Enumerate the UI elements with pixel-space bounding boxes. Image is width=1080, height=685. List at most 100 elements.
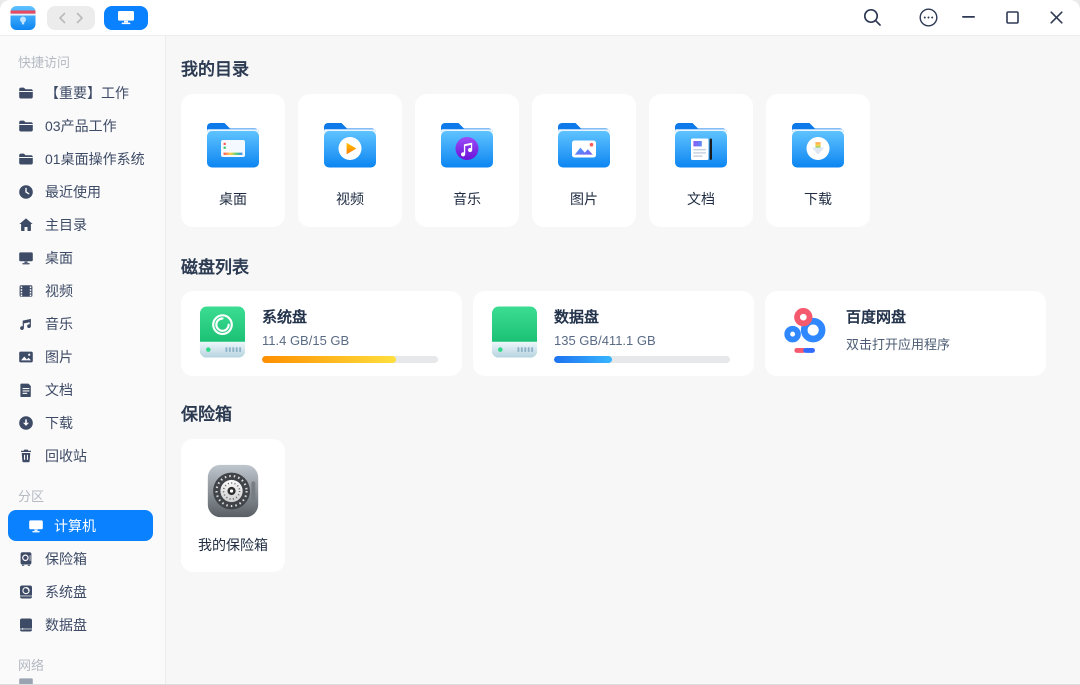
folder-card-music[interactable]: 音乐: [415, 94, 519, 227]
sidebar-item-desktop[interactable]: 桌面: [0, 241, 165, 274]
videos-folder-icon: [324, 123, 376, 168]
sidebar-group-network: 网络: [18, 658, 45, 673]
sidebar-item-trash[interactable]: 回收站: [0, 439, 165, 472]
downloads-folder-icon: [792, 123, 844, 168]
disk-progress-fill: [554, 356, 613, 363]
folder-icon: [19, 153, 33, 164]
close-button[interactable]: [1046, 7, 1066, 29]
vault-icon: [20, 551, 32, 566]
folder-card-desktop[interactable]: 桌面: [181, 94, 285, 227]
disk-progress-track: [554, 356, 730, 363]
sidebar-item-03-product-work[interactable]: 03产品工作: [0, 109, 165, 142]
sidebar-group-partitions: 分区: [18, 489, 45, 504]
folder-card-videos[interactable]: 视频: [298, 94, 402, 227]
close-icon: [1049, 11, 1063, 24]
disk-list: 系统盘 11.4 GB/15 GB 数据盘 135 GB/411.1 GB 百度…: [181, 291, 1080, 376]
sidebar-item-documents[interactable]: 文档: [0, 373, 165, 406]
sidebar-item-recent[interactable]: 最近使用: [0, 175, 165, 208]
folder-card-downloads[interactable]: 下载: [766, 94, 870, 227]
sidebar-item-label: 计算机: [54, 517, 96, 534]
disk-usage: 11.4 GB/15 GB: [262, 333, 350, 348]
network-device-icon: [19, 678, 33, 684]
documents-folder-icon: [675, 123, 727, 168]
system-drive-icon: [199, 306, 245, 358]
disk-card-system[interactable]: 系统盘 11.4 GB/15 GB: [181, 291, 462, 376]
maximize-button[interactable]: [1002, 7, 1022, 29]
pictures-folder-icon: [558, 123, 610, 168]
disk-usage: 135 GB/411.1 GB: [554, 333, 656, 348]
main-content: 我的目录 桌面 视频 音乐 图片 文档 下载 磁盘列表 系统盘 11.4 GB/…: [166, 36, 1080, 684]
back-icon[interactable]: [58, 12, 67, 24]
desktop-folder-icon: [207, 123, 259, 168]
search-icon: [863, 8, 881, 26]
computer-icon: [29, 519, 43, 532]
sidebar-item-label: 01桌面操作系统: [45, 150, 145, 167]
video-icon: [19, 284, 33, 297]
sidebar-item-data-disk[interactable]: 数据盘: [0, 608, 165, 641]
disk-card-data[interactable]: 数据盘 135 GB/411.1 GB: [473, 291, 754, 376]
clock-icon: [19, 184, 33, 199]
sidebar-item-label: 【重要】工作: [45, 84, 129, 101]
section-title-vault: 保险箱: [181, 405, 232, 424]
sidebar-group-quick-access: 快捷访问: [18, 55, 71, 70]
sidebar-item-label: 保险箱: [45, 550, 87, 567]
forward-icon[interactable]: [75, 12, 84, 24]
sidebar-item-pictures[interactable]: 图片: [0, 340, 165, 373]
vault-card-my-vault[interactable]: 我的保险箱: [181, 439, 285, 572]
sidebar-item-videos[interactable]: 视频: [0, 274, 165, 307]
folder-label: 图片: [570, 191, 598, 207]
sidebar: 快捷访问 【重要】工作 03产品工作 01桌面操作系统 最近使用 主目录 桌面 …: [0, 36, 166, 684]
nav-back-forward[interactable]: [47, 5, 95, 30]
music-folder-icon: [441, 123, 493, 168]
folder-label: 文档: [687, 191, 715, 207]
disk-name: 系统盘: [262, 309, 308, 326]
sidebar-item-01-desktop-os[interactable]: 01桌面操作系统: [0, 142, 165, 175]
sidebar-item-label: 数据盘: [45, 616, 87, 633]
data-disk-icon: [20, 618, 32, 631]
sidebar-item-label: 桌面: [45, 249, 73, 266]
file-manager-window: 快捷访问 【重要】工作 03产品工作 01桌面操作系统 最近使用 主目录 桌面 …: [0, 0, 1080, 685]
vault-label: 我的保险箱: [198, 537, 268, 553]
sidebar-item-label: 音乐: [45, 315, 73, 332]
sidebar-item-vault[interactable]: 保险箱: [0, 542, 165, 575]
sidebar-item-label: 下载: [45, 414, 73, 431]
folder-card-pictures[interactable]: 图片: [532, 94, 636, 227]
sidebar-item-important-work[interactable]: 【重要】工作: [0, 76, 165, 109]
sidebar-item-computer[interactable]: 计算机: [8, 510, 153, 541]
sidebar-item-label: 文档: [45, 381, 73, 398]
data-drive-icon: [491, 306, 537, 358]
desktop-icon: [19, 251, 33, 264]
sidebar-item-label: 图片: [45, 348, 73, 365]
folder-label: 下载: [804, 191, 832, 207]
music-icon: [20, 318, 31, 330]
image-icon: [19, 351, 33, 362]
sidebar-item-downloads[interactable]: 下载: [0, 406, 165, 439]
document-icon: [20, 383, 31, 397]
folder-label: 视频: [336, 191, 364, 207]
file-manager-app-icon: [10, 5, 36, 30]
sidebar-item-label: 最近使用: [45, 183, 101, 200]
menu-button[interactable]: [919, 7, 938, 29]
disk-name: 数据盘: [554, 309, 600, 326]
folder-card-documents[interactable]: 文档: [649, 94, 753, 227]
download-icon: [19, 415, 33, 430]
minimize-button[interactable]: [958, 7, 978, 29]
sidebar-item-label: 回收站: [45, 447, 87, 464]
vault-grid: 我的保险箱: [181, 439, 1080, 572]
titlebar: [0, 0, 1080, 36]
sidebar-item-system-disk[interactable]: 系统盘: [0, 575, 165, 608]
sidebar-item-music[interactable]: 音乐: [0, 307, 165, 340]
tab-computer[interactable]: [104, 5, 148, 30]
safe-icon: [207, 464, 259, 518]
disk-card-baidu-netdisk[interactable]: 百度网盘 双击打开应用程序: [765, 291, 1046, 376]
sidebar-item-partial[interactable]: [18, 676, 34, 684]
sidebar-item-label: 系统盘: [45, 583, 87, 600]
ellipsis-menu-icon: [919, 8, 938, 27]
sidebar-item-home[interactable]: 主目录: [0, 208, 165, 241]
my-directory-grid: 桌面 视频 音乐 图片 文档 下载: [181, 94, 1080, 227]
section-title-my-directory: 我的目录: [181, 60, 249, 79]
search-button[interactable]: [862, 7, 883, 29]
sidebar-item-label: 主目录: [45, 216, 87, 233]
computer-monitor-icon: [118, 11, 134, 25]
maximize-icon: [1005, 11, 1019, 24]
